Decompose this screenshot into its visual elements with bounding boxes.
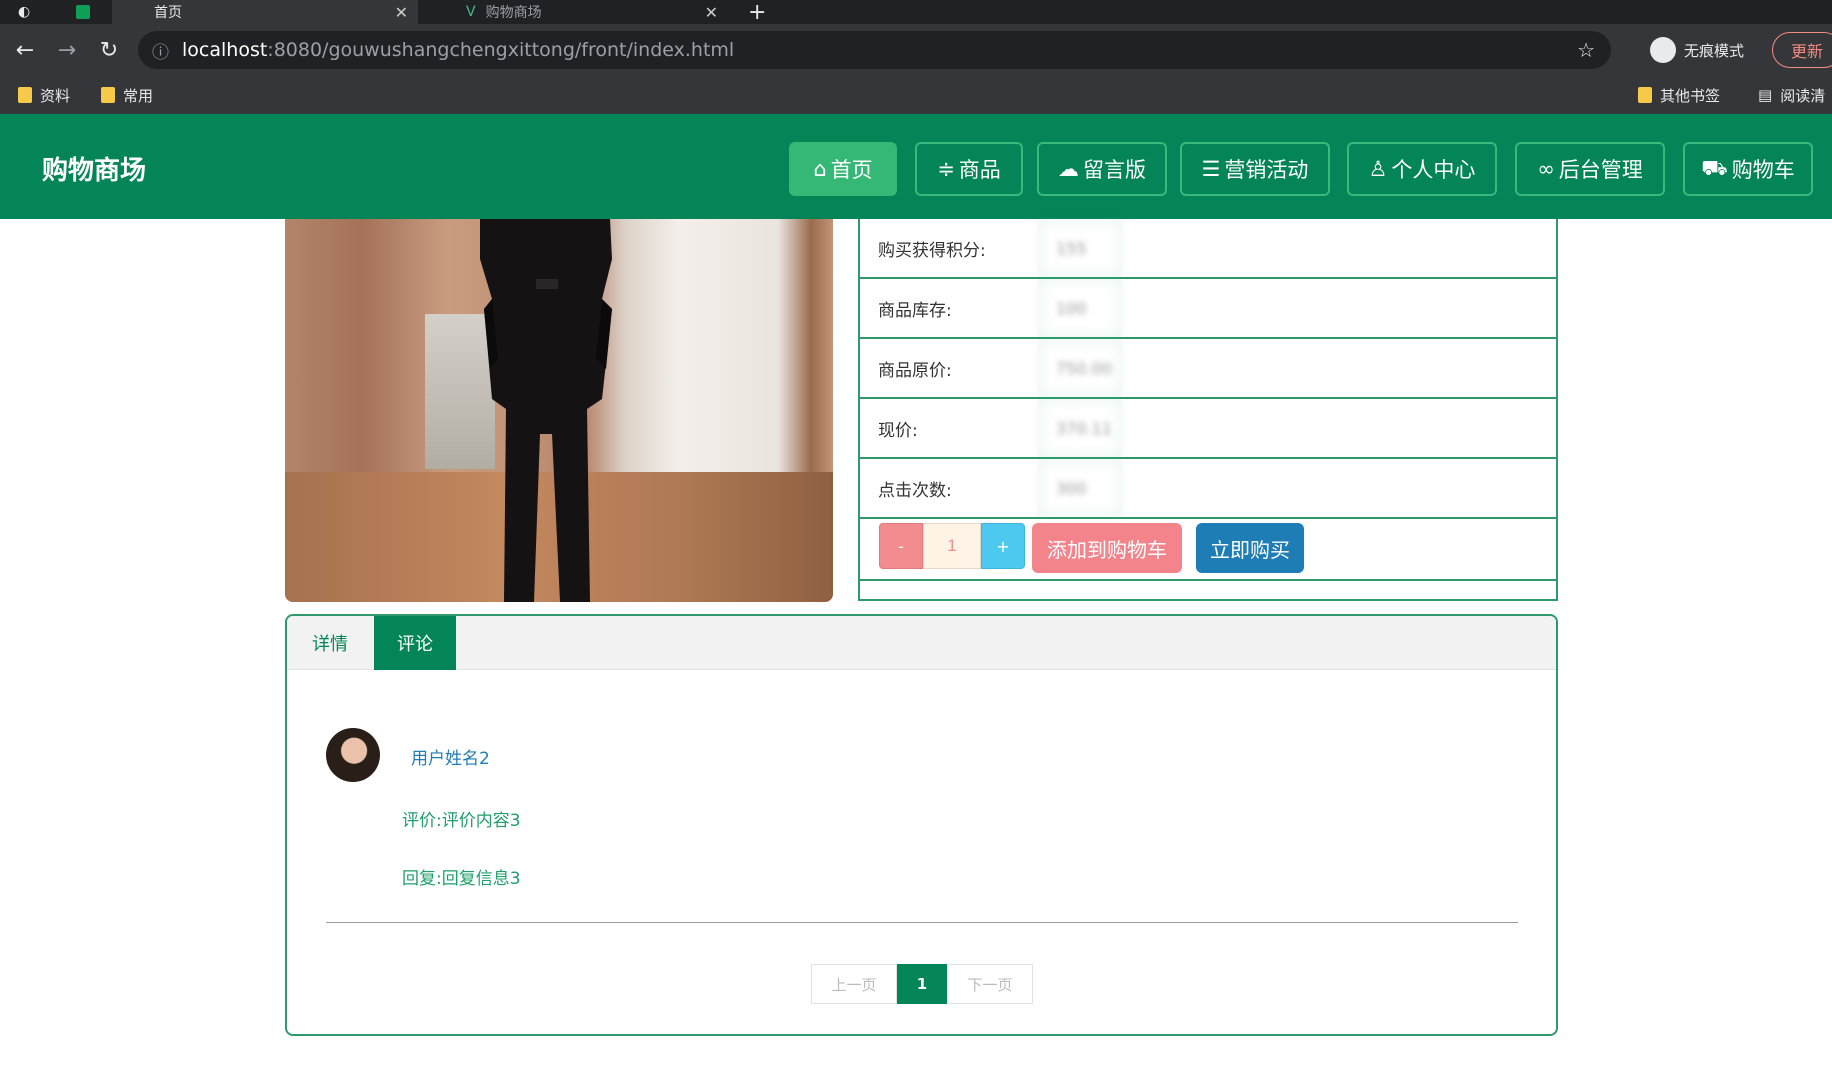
field-label: 点击次数: bbox=[878, 480, 952, 501]
field-value: 300 bbox=[1038, 459, 1122, 517]
browser-toolbar: ← → ↻ ⓘ localhost:8080/gouwushangchengxi… bbox=[0, 24, 1832, 76]
prev-page-button[interactable]: 上一页 bbox=[811, 964, 897, 1004]
field-label: 现价: bbox=[878, 420, 918, 441]
product-image bbox=[285, 219, 833, 602]
url-host: localhost bbox=[182, 39, 268, 61]
folder-icon bbox=[1638, 87, 1652, 103]
forward-icon[interactable]: → bbox=[54, 38, 80, 63]
add-to-cart-button[interactable]: 添加到购物车 bbox=[1032, 523, 1182, 573]
site-brand: 购物商场 bbox=[42, 156, 147, 186]
other-bookmarks[interactable]: 其他书签 bbox=[1638, 76, 1720, 114]
nav-label: 首页 bbox=[830, 158, 873, 182]
nav-products[interactable]: ≑ 商品 bbox=[915, 142, 1023, 196]
quantity-decrement-button[interactable]: - bbox=[879, 523, 923, 569]
nav-home[interactable]: ⌂ 首页 bbox=[789, 142, 897, 196]
back-icon[interactable]: ← bbox=[12, 38, 38, 63]
folder-icon bbox=[101, 87, 115, 103]
nav-label: 购物车 bbox=[1731, 158, 1795, 182]
quantity-increment-button[interactable]: + bbox=[981, 523, 1025, 569]
nav-label: 个人中心 bbox=[1391, 158, 1476, 182]
star-icon[interactable]: ☆ bbox=[1577, 38, 1595, 62]
product-info-table: 购买获得积分: 155 商品库存: 100 商品原价: 750.00 现价: 3… bbox=[858, 219, 1558, 601]
reading-list[interactable]: ▤ 阅读清 bbox=[1758, 76, 1825, 114]
tab-header: 详情 评论 bbox=[287, 616, 1556, 670]
new-tab-icon[interactable]: + bbox=[748, 0, 772, 25]
nav-label: 商品 bbox=[958, 158, 1001, 182]
nav-guestbook[interactable]: ☁ 留言版 bbox=[1037, 142, 1167, 196]
field-row-stock: 商品库存: 100 bbox=[860, 279, 1556, 339]
home-icon: ⌂ bbox=[813, 157, 827, 181]
browser-globe-icon: ◐ bbox=[18, 4, 31, 20]
nav-cart[interactable]: ⛟ 购物车 bbox=[1683, 142, 1813, 196]
tab-comments[interactable]: 评论 bbox=[374, 616, 456, 670]
bookmark-label: 资料 bbox=[40, 86, 71, 105]
next-page-button[interactable]: 下一页 bbox=[947, 964, 1033, 1004]
field-label: 商品库存: bbox=[878, 300, 952, 321]
cart-icon: ⛟ bbox=[1701, 155, 1728, 180]
site-header: 购物商场 ⌂ 首页 ≑ 商品 ☁ 留言版 ☰ 营销活动 ♙ 个人中心 ∞ 后台管理 ⛟ 购物车 bbox=[0, 114, 1832, 219]
comment-content: 评价:评价内容3 bbox=[402, 811, 521, 831]
field-value: 370.11 bbox=[1038, 399, 1122, 457]
browser-tab-shop[interactable]: V 购物商场 ✕ bbox=[432, 0, 728, 24]
field-label: 商品原价: bbox=[878, 360, 952, 381]
reading-list-icon: ▤ bbox=[1758, 86, 1773, 104]
bookmark-folder[interactable]: 常用 bbox=[101, 76, 153, 114]
pagination: 上一页 1 下一页 bbox=[811, 964, 1033, 1004]
page-button-current[interactable]: 1 bbox=[897, 964, 947, 1004]
buy-now-button[interactable]: 立即购买 bbox=[1196, 523, 1304, 573]
nav-marketing[interactable]: ☰ 营销活动 bbox=[1180, 142, 1330, 196]
browser-tab-strip: ◐ 首页 ✕ V 购物商场 ✕ + bbox=[0, 0, 1832, 25]
bookmarks-bar: 资料 常用 其他书签 ▤ 阅读清 bbox=[0, 76, 1832, 114]
field-value: 100 bbox=[1038, 279, 1122, 337]
bookmark-label: 阅读清 bbox=[1780, 86, 1826, 105]
incognito-indicator[interactable]: 无痕模式 bbox=[1650, 33, 1744, 67]
folder-icon bbox=[18, 87, 32, 103]
info-icon: ⓘ bbox=[152, 42, 169, 63]
nav-user-center[interactable]: ♙ 个人中心 bbox=[1347, 142, 1497, 196]
field-value: 155 bbox=[1038, 219, 1122, 277]
incognito-label: 无痕模式 bbox=[1684, 41, 1745, 60]
close-icon[interactable]: ✕ bbox=[705, 3, 718, 22]
divider bbox=[326, 922, 1518, 923]
browser-tab-label: 首页 bbox=[154, 5, 182, 21]
field-row-current-price: 现价: 370.11 bbox=[860, 399, 1556, 459]
link-icon: ∞ bbox=[1537, 157, 1555, 181]
comment-username: 用户姓名2 bbox=[411, 749, 490, 769]
address-bar[interactable]: ⓘ localhost:8080/gouwushangchengxittong/… bbox=[138, 31, 1611, 69]
vue-icon: V bbox=[466, 4, 476, 20]
avatar bbox=[326, 728, 380, 782]
purchase-actions: - + 添加到购物车 立即购买 bbox=[860, 515, 1556, 581]
nav-admin[interactable]: ∞ 后台管理 bbox=[1515, 142, 1665, 196]
reload-icon[interactable]: ↻ bbox=[96, 38, 122, 63]
field-row-original-price: 商品原价: 750.00 bbox=[860, 339, 1556, 399]
nav-label: 后台管理 bbox=[1558, 158, 1643, 182]
nav-label: 营销活动 bbox=[1224, 158, 1309, 182]
update-button[interactable]: 更新 bbox=[1772, 32, 1832, 68]
browser-tab-label: 购物商场 bbox=[485, 5, 542, 21]
chat-icon: ☁ bbox=[1058, 157, 1079, 181]
tab-detail[interactable]: 详情 bbox=[287, 616, 373, 670]
bookmark-label: 常用 bbox=[123, 86, 154, 105]
user-icon: ♙ bbox=[1368, 157, 1388, 181]
quantity-input[interactable] bbox=[923, 523, 981, 569]
layers-icon: ☰ bbox=[1201, 157, 1221, 181]
browser-sheets-icon[interactable] bbox=[76, 0, 96, 24]
bookmark-folder[interactable]: 资料 bbox=[18, 76, 70, 114]
product-image-figure bbox=[480, 219, 612, 602]
detail-comments-panel: 详情 评论 用户姓名2 评价:评价内容3 回复:回复信息3 上一页 1 下一页 bbox=[285, 614, 1558, 1036]
incognito-icon bbox=[1650, 37, 1676, 63]
field-row-points: 购买获得积分: 155 bbox=[860, 219, 1556, 279]
field-value: 750.00 bbox=[1038, 339, 1122, 397]
close-icon[interactable]: ✕ bbox=[395, 3, 408, 22]
field-label: 购买获得积分: bbox=[878, 240, 986, 261]
browser-tab-home[interactable]: 首页 ✕ bbox=[112, 0, 418, 24]
field-row-clicks: 点击次数: 300 bbox=[860, 459, 1556, 519]
bookmark-label: 其他书签 bbox=[1660, 86, 1721, 105]
sliders-icon: ≑ bbox=[937, 157, 955, 181]
nav-label: 留言版 bbox=[1083, 158, 1146, 182]
comment-reply: 回复:回复信息3 bbox=[402, 869, 521, 889]
url-path: :8080/gouwushangchengxittong/front/index… bbox=[267, 39, 735, 61]
